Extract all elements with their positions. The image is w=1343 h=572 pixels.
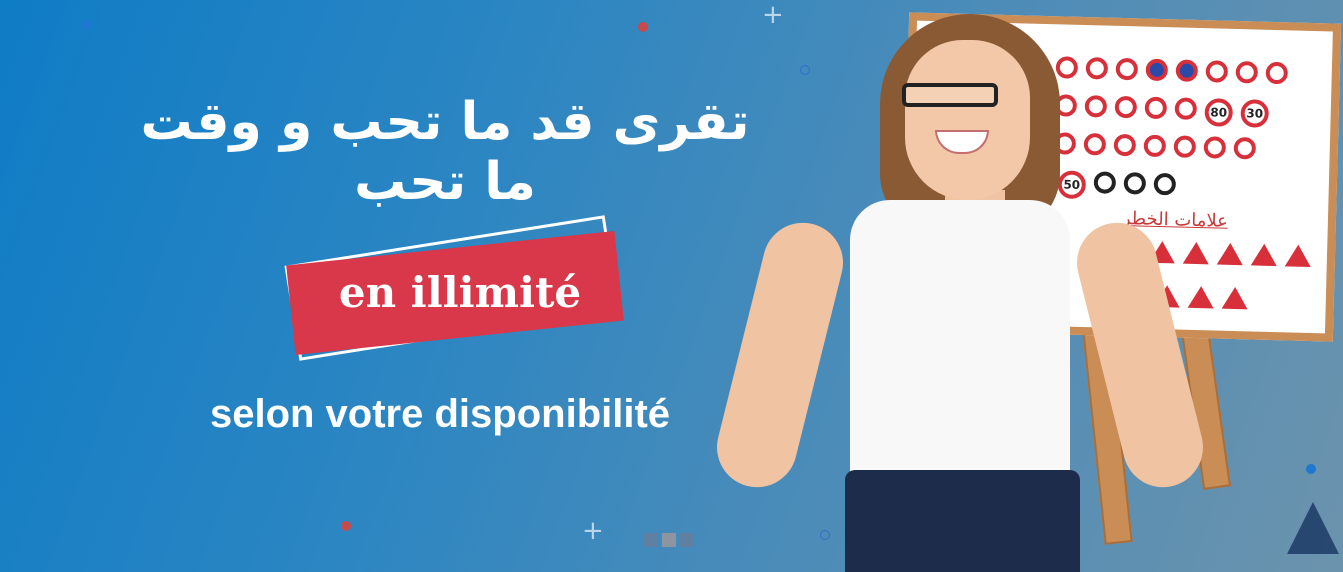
road-sign-icon: [1205, 60, 1229, 83]
warning-sign-icon: [1182, 241, 1210, 265]
decor-ring-icon: [820, 530, 830, 540]
decor-dot-icon: [82, 20, 92, 30]
illimite-tag: en illimité: [280, 215, 630, 368]
decor-dot-icon: [341, 521, 351, 531]
road-sign-icon: [1093, 171, 1117, 194]
signs-row: 50: [1057, 170, 1177, 201]
person-arm-left: [708, 214, 852, 496]
no-stopping-sign-icon: [1175, 59, 1199, 82]
carousel-pager: [644, 533, 694, 547]
road-sign-icon: [1114, 95, 1138, 119]
road-sign-icon: [1144, 96, 1168, 120]
signs-row: [1025, 55, 1289, 85]
road-sign-icon: [1113, 133, 1137, 157]
road-sign-icon: [1173, 135, 1197, 158]
carousel-dot[interactable]: [680, 533, 694, 547]
availability-subtitle: selon votre disponibilité: [209, 392, 671, 436]
road-sign-icon: [1143, 134, 1167, 158]
speed-limit-sign-icon: 30: [1240, 99, 1270, 128]
road-sign-icon: [1123, 172, 1147, 195]
road-sign-icon: [1233, 136, 1257, 160]
signs-row: 80 30: [1024, 93, 1270, 128]
person-shirt: [850, 200, 1070, 490]
decor-triangle-icon: [1287, 502, 1339, 554]
warning-sign-icon: [1250, 243, 1278, 267]
warning-sign-icon: [1187, 285, 1215, 309]
decor-dot-icon: [638, 22, 648, 32]
person-pants: [845, 470, 1080, 572]
no-parking-sign-icon: [1145, 58, 1169, 82]
decor-plus-icon: +: [762, 0, 784, 30]
carousel-dot-active[interactable]: [662, 533, 676, 547]
road-sign-icon: [1085, 57, 1109, 80]
road-sign-icon: [1265, 61, 1289, 85]
road-sign-icon: [1083, 133, 1107, 156]
hero-banner: + + 80 30 50 علامات الخطر تقرى قد ما تحب…: [0, 0, 1343, 572]
road-sign-icon: [1084, 95, 1108, 118]
road-sign-icon: [1115, 57, 1139, 81]
warning-sign-icon: [1221, 286, 1249, 310]
warning-sign-icon: [1284, 244, 1312, 267]
decor-dot-icon: [1306, 464, 1316, 474]
road-sign-icon: [1174, 97, 1198, 120]
glasses-icon: [902, 83, 998, 107]
person-face: [905, 40, 1030, 200]
tag-text: en illimité: [338, 268, 582, 317]
road-sign-icon: [1235, 60, 1259, 84]
road-sign-icon: [1153, 172, 1177, 196]
arabic-headline: تقرى قد ما تحب و وقت ما تحب: [140, 92, 750, 212]
decor-ring-icon: [800, 65, 810, 75]
warning-sign-icon: [1216, 242, 1244, 266]
speed-limit-sign-icon: 50: [1057, 170, 1087, 200]
decor-plus-icon: +: [582, 516, 604, 546]
speed-limit-sign-icon: 80: [1204, 98, 1234, 127]
carousel-dot[interactable]: [644, 533, 658, 547]
road-sign-icon: [1055, 56, 1079, 79]
road-sign-icon: [1203, 136, 1227, 159]
